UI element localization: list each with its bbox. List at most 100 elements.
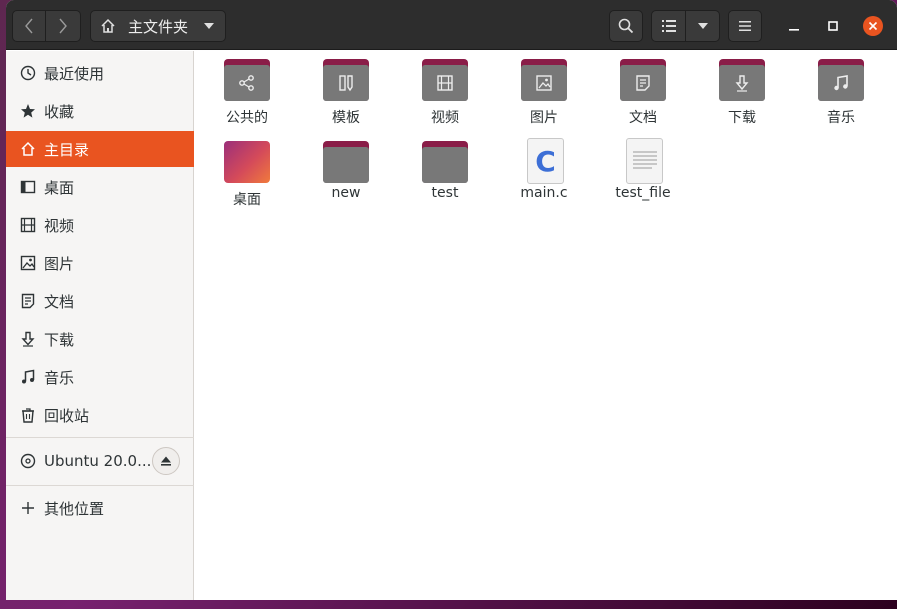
list-view-button[interactable] bbox=[651, 10, 686, 42]
file-item-music[interactable]: 音乐 bbox=[789, 51, 888, 131]
file-item-desktop[interactable]: 桌面 bbox=[195, 133, 294, 213]
disc-icon bbox=[19, 452, 37, 470]
file-item-downloads[interactable]: 下载 bbox=[690, 51, 789, 131]
c-source-icon: C bbox=[521, 138, 567, 185]
sidebar-item-device[interactable]: Ubuntu 20.0... bbox=[6, 443, 194, 479]
file-item-test[interactable]: test bbox=[393, 133, 492, 213]
folder-icon bbox=[521, 59, 567, 103]
file-label: 音乐 bbox=[827, 110, 855, 126]
share-icon bbox=[239, 75, 254, 91]
file-label: 公共的 bbox=[226, 110, 268, 126]
sidebar-item-label: 音乐 bbox=[44, 368, 75, 387]
music-icon bbox=[834, 75, 848, 91]
sidebar-item-downloads[interactable]: 下载 bbox=[6, 321, 194, 357]
header-bar: 主文件夹 bbox=[6, 0, 897, 50]
sidebar-item-music[interactable]: 音乐 bbox=[6, 359, 194, 395]
forward-button[interactable] bbox=[46, 10, 81, 42]
sidebar-item-home[interactable]: 主目录 bbox=[6, 131, 194, 167]
music-icon bbox=[19, 368, 37, 386]
file-grid: 公共的 模板 视频 图片 文档 下载 音乐 桌面 new test C main… bbox=[195, 51, 897, 600]
sidebar-item-label: 下载 bbox=[44, 330, 75, 349]
file-manager-window: 主文件夹 最近使用 收藏 主目录 桌面 视频 图片 文档 下载 音乐 回收站 U… bbox=[6, 0, 897, 600]
plus-icon bbox=[19, 499, 37, 517]
sidebar-item-desktop[interactable]: 桌面 bbox=[6, 169, 194, 205]
sidebar-item-label: 图片 bbox=[44, 254, 75, 273]
file-label: 视频 bbox=[431, 110, 459, 126]
minimize-icon bbox=[789, 29, 799, 31]
sidebar: 最近使用 收藏 主目录 桌面 视频 图片 文档 下载 音乐 回收站 Ubuntu… bbox=[6, 51, 194, 600]
maximize-button[interactable] bbox=[823, 16, 843, 36]
folder-icon bbox=[224, 59, 270, 103]
file-item-main-c[interactable]: C main.c bbox=[492, 133, 591, 213]
file-item-test-file[interactable]: test_file bbox=[591, 133, 690, 213]
sidebar-item-label: 最近使用 bbox=[44, 64, 105, 83]
file-label: 文档 bbox=[629, 110, 657, 126]
sidebar-item-recent[interactable]: 最近使用 bbox=[6, 55, 194, 91]
close-button[interactable] bbox=[863, 16, 883, 36]
path-bar-button[interactable]: 主文件夹 bbox=[90, 10, 226, 42]
video-icon bbox=[437, 75, 453, 91]
picture-icon bbox=[19, 254, 37, 272]
folder-icon bbox=[323, 59, 369, 103]
clock-icon bbox=[19, 64, 37, 82]
chevron-left-icon bbox=[25, 18, 33, 34]
desktop-icon bbox=[19, 178, 37, 196]
file-item-new[interactable]: new bbox=[294, 133, 393, 213]
home-icon bbox=[19, 140, 37, 158]
list-icon bbox=[661, 20, 676, 32]
folder-icon bbox=[620, 59, 666, 103]
sidebar-item-other-locations[interactable]: 其他位置 bbox=[6, 490, 194, 526]
search-icon bbox=[618, 18, 634, 34]
document-icon bbox=[636, 75, 650, 91]
path-label: 主文件夹 bbox=[128, 17, 189, 36]
sidebar-item-starred[interactable]: 收藏 bbox=[6, 93, 194, 129]
sidebar-separator bbox=[6, 437, 194, 438]
file-item-public[interactable]: 公共的 bbox=[195, 51, 294, 131]
sidebar-item-pictures[interactable]: 图片 bbox=[6, 245, 194, 281]
sidebar-item-label: 文档 bbox=[44, 292, 75, 311]
file-item-documents[interactable]: 文档 bbox=[591, 51, 690, 131]
text-file-icon bbox=[620, 138, 666, 185]
search-button[interactable] bbox=[609, 10, 643, 42]
desktop-folder-icon bbox=[224, 141, 270, 185]
home-icon bbox=[101, 18, 115, 33]
folder-icon bbox=[422, 59, 468, 103]
file-item-templates[interactable]: 模板 bbox=[294, 51, 393, 131]
document-icon bbox=[19, 292, 37, 310]
folder-icon bbox=[323, 141, 369, 185]
file-label: 图片 bbox=[530, 110, 558, 126]
back-button[interactable] bbox=[12, 10, 46, 42]
sidebar-item-trash[interactable]: 回收站 bbox=[6, 397, 194, 433]
close-icon bbox=[868, 21, 878, 31]
minimize-button[interactable] bbox=[784, 16, 804, 36]
sidebar-item-videos[interactable]: 视频 bbox=[6, 207, 194, 243]
folder-icon bbox=[818, 59, 864, 103]
sidebar-item-label: 回收站 bbox=[44, 406, 90, 425]
template-icon bbox=[339, 75, 353, 92]
file-label: new bbox=[331, 185, 361, 201]
file-label: 下载 bbox=[728, 110, 756, 126]
eject-icon bbox=[161, 456, 171, 466]
video-icon bbox=[19, 216, 37, 234]
file-label: test_file bbox=[615, 185, 671, 201]
sidebar-item-label: 收藏 bbox=[44, 102, 75, 121]
menu-button[interactable] bbox=[728, 10, 762, 42]
maximize-icon bbox=[828, 21, 838, 31]
caret-down-icon bbox=[697, 23, 708, 29]
eject-button[interactable] bbox=[152, 447, 180, 475]
star-icon bbox=[19, 102, 37, 120]
file-item-pictures[interactable]: 图片 bbox=[492, 51, 591, 131]
sidebar-item-label: 桌面 bbox=[44, 178, 75, 197]
file-label: 桌面 bbox=[233, 192, 261, 208]
sidebar-item-label: 其他位置 bbox=[44, 499, 105, 518]
sidebar-item-label: Ubuntu 20.0... bbox=[44, 452, 152, 470]
file-item-videos[interactable]: 视频 bbox=[393, 51, 492, 131]
file-label: 模板 bbox=[332, 110, 360, 126]
file-label: main.c bbox=[520, 185, 568, 201]
sidebar-separator bbox=[6, 485, 194, 486]
sidebar-item-documents[interactable]: 文档 bbox=[6, 283, 194, 319]
hamburger-icon bbox=[739, 21, 751, 31]
picture-icon bbox=[536, 75, 552, 91]
folder-icon bbox=[422, 141, 468, 185]
view-options-button[interactable] bbox=[686, 10, 720, 42]
